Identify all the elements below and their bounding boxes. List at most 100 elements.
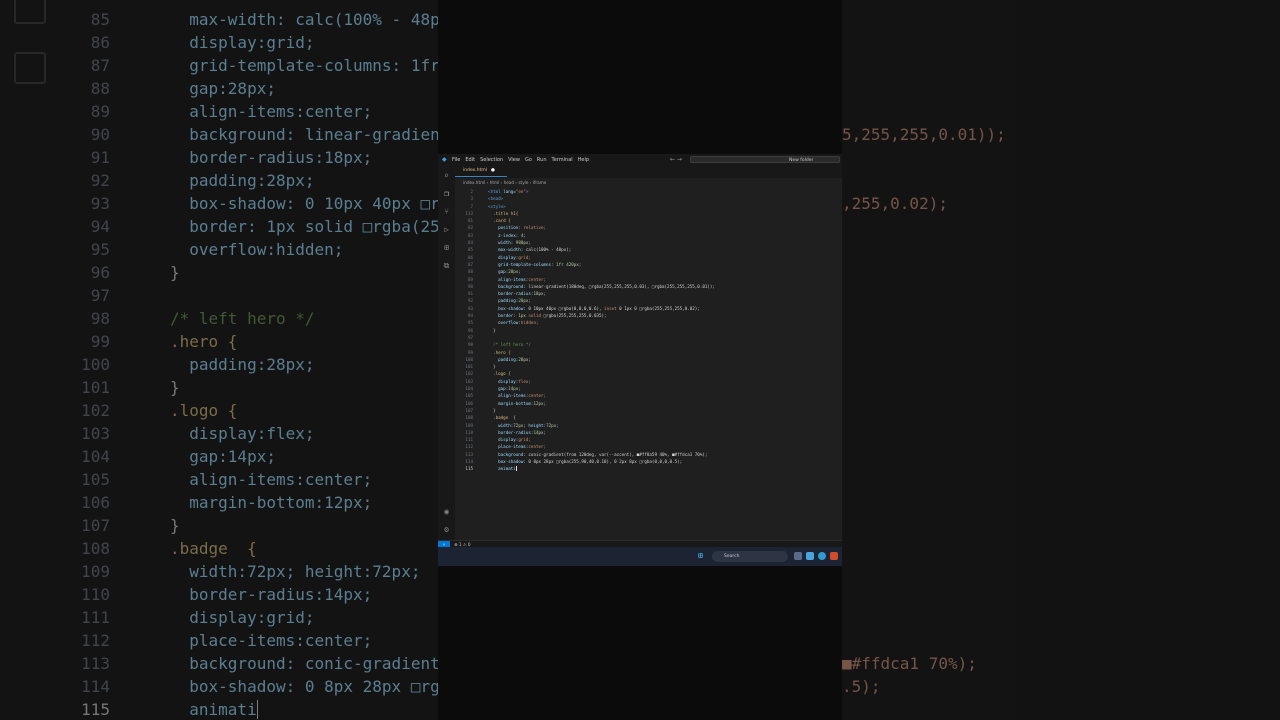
line-number: 88: [467, 269, 473, 275]
line-number: 85: [467, 247, 473, 253]
code-line: 109 width:72px; height:72px;: [455, 422, 842, 429]
breadcrumb-item[interactable]: style: [518, 180, 528, 185]
active-tab-indicator: [455, 176, 507, 177]
line-number: 81: [467, 218, 473, 224]
line-number: 108: [465, 415, 473, 421]
code-line: 102 .logo {: [0, 399, 438, 422]
line-number: 84: [467, 240, 473, 246]
files-icon[interactable]: [806, 552, 814, 560]
line-number: 115: [465, 466, 473, 472]
tab-index-html[interactable]: index.html ●: [463, 168, 495, 173]
menu-item-run[interactable]: Run: [537, 157, 547, 163]
code-line: 98 /* left hero */: [0, 307, 438, 330]
menu-item-go[interactable]: Go: [525, 157, 532, 163]
menu-item-view[interactable]: View: [508, 157, 520, 163]
code-line: 113 .title h1{: [455, 210, 842, 217]
taskbar-search[interactable]: Search: [712, 551, 788, 562]
code-token: 28px;: [518, 298, 531, 304]
line-number: 106: [465, 400, 473, 406]
code-line: 2 <html lang="en">: [455, 188, 842, 195]
code-line: 97: [455, 334, 842, 341]
code-line: 93 box-shadow: 0 10px 40px □rgba(0,0,0,0…: [455, 305, 842, 312]
code-token: align-items:: [498, 393, 529, 399]
code-line: 92 padding:28px;: [0, 169, 438, 192]
code-token: overflow:hidden;: [170, 240, 344, 259]
code-token: 0 1px 0 □rgba(255,255,255,0.02);: [616, 305, 700, 311]
search-icon[interactable]: ⌕: [442, 171, 451, 180]
windows-start-icon[interactable]: ⊞: [698, 552, 706, 560]
account-icon[interactable]: ◉: [442, 507, 451, 516]
code-token: background: conic-gradient(f: [170, 654, 438, 673]
code-token: animati: [498, 466, 516, 472]
line-number: 99: [90, 332, 110, 351]
line-number: 110: [81, 585, 110, 604]
code-token: conic-gradient(from 120deg, var(--accent…: [525, 451, 708, 457]
menu-item-terminal[interactable]: Terminal: [552, 157, 573, 163]
line-number: 102: [81, 401, 110, 420]
code-line: 85 max-width: calc(100% - 48px);: [455, 246, 842, 253]
menu-item-edit[interactable]: Edit: [465, 157, 475, 163]
nav-arrows-icon[interactable]: ← →: [670, 156, 682, 163]
command-center-search[interactable]: New folder: [690, 156, 840, 163]
line-number: 108: [81, 539, 110, 558]
task-view-icon[interactable]: [794, 552, 802, 560]
code-token: width:: [498, 240, 514, 246]
code-token: .badge: [493, 415, 509, 421]
code-line: 99 .hero {: [0, 330, 438, 353]
run-debug-icon[interactable]: ▷: [442, 225, 451, 234]
code-token: □rgba(255,255,255,0.035);: [541, 313, 607, 319]
code-token: 14px;: [508, 386, 521, 392]
code-token: animati: [170, 700, 257, 719]
line-number: 95: [90, 240, 110, 259]
line-number: 7: [470, 203, 473, 209]
code-token: .logo {: [493, 371, 511, 377]
line-number: 91: [90, 148, 110, 167]
code-token: box-shadow:: [498, 458, 526, 464]
code-token: .card {: [493, 218, 511, 224]
menu-item-file[interactable]: File: [452, 157, 460, 163]
code-line: 95 overflow:hidden;: [0, 238, 438, 261]
breadcrumb-item[interactable]: iframe: [533, 180, 547, 185]
menu-item-help[interactable]: Help: [578, 157, 589, 163]
explorer-icon[interactable]: ❐: [442, 189, 451, 198]
text-cursor: [516, 466, 518, 472]
app-icon[interactable]: [830, 552, 838, 560]
code-token: flex;: [518, 378, 531, 384]
menu-bar: File Edit Selection View Go Run Terminal Help: [452, 157, 594, 163]
line-number: 87: [90, 56, 110, 75]
menu-item-selection[interactable]: Selection: [480, 157, 503, 163]
code-token: 72px;: [546, 422, 559, 428]
code-line: 110 border-radius:14px;: [0, 583, 438, 606]
code-line: 110 border-radius:14px;: [455, 429, 842, 436]
breadcrumb-item[interactable]: index.html: [463, 180, 485, 185]
extensions-icon[interactable]: ⊞: [442, 243, 451, 252]
code-token: border-radius:: [498, 291, 534, 297]
source-control-icon[interactable]: ⑂: [442, 207, 451, 216]
code-token: display:flex;: [170, 424, 315, 443]
code-line: 115 animati: [455, 465, 842, 472]
breadcrumb-item[interactable]: html: [490, 180, 500, 185]
code-line: 87 grid-template-columns: 1fr 420px;: [455, 261, 842, 268]
line-number: 102: [465, 371, 473, 377]
line-number: 2: [470, 189, 473, 194]
line-number: 109: [81, 562, 110, 581]
remote-explorer-icon[interactable]: ⧉: [442, 261, 451, 270]
line-number: 93: [90, 194, 110, 213]
settings-gear-icon[interactable]: ⚙: [442, 525, 451, 534]
unsaved-dot-icon[interactable]: ●: [491, 168, 495, 173]
code-token: solid: [528, 313, 542, 319]
code-token: /* left hero */: [170, 309, 315, 328]
code-line: 82 position: relative;: [455, 224, 842, 231]
breadcrumb-item[interactable]: head: [504, 180, 514, 185]
code-token: hidden;: [520, 320, 539, 326]
code-editor[interactable]: 2 <html lang="en"> 3 <head> 7 <style> 113 .…: [455, 188, 842, 540]
code-token: .title h1{: [493, 210, 519, 216]
edge-browser-icon[interactable]: [818, 552, 826, 560]
line-number: 107: [465, 407, 473, 413]
